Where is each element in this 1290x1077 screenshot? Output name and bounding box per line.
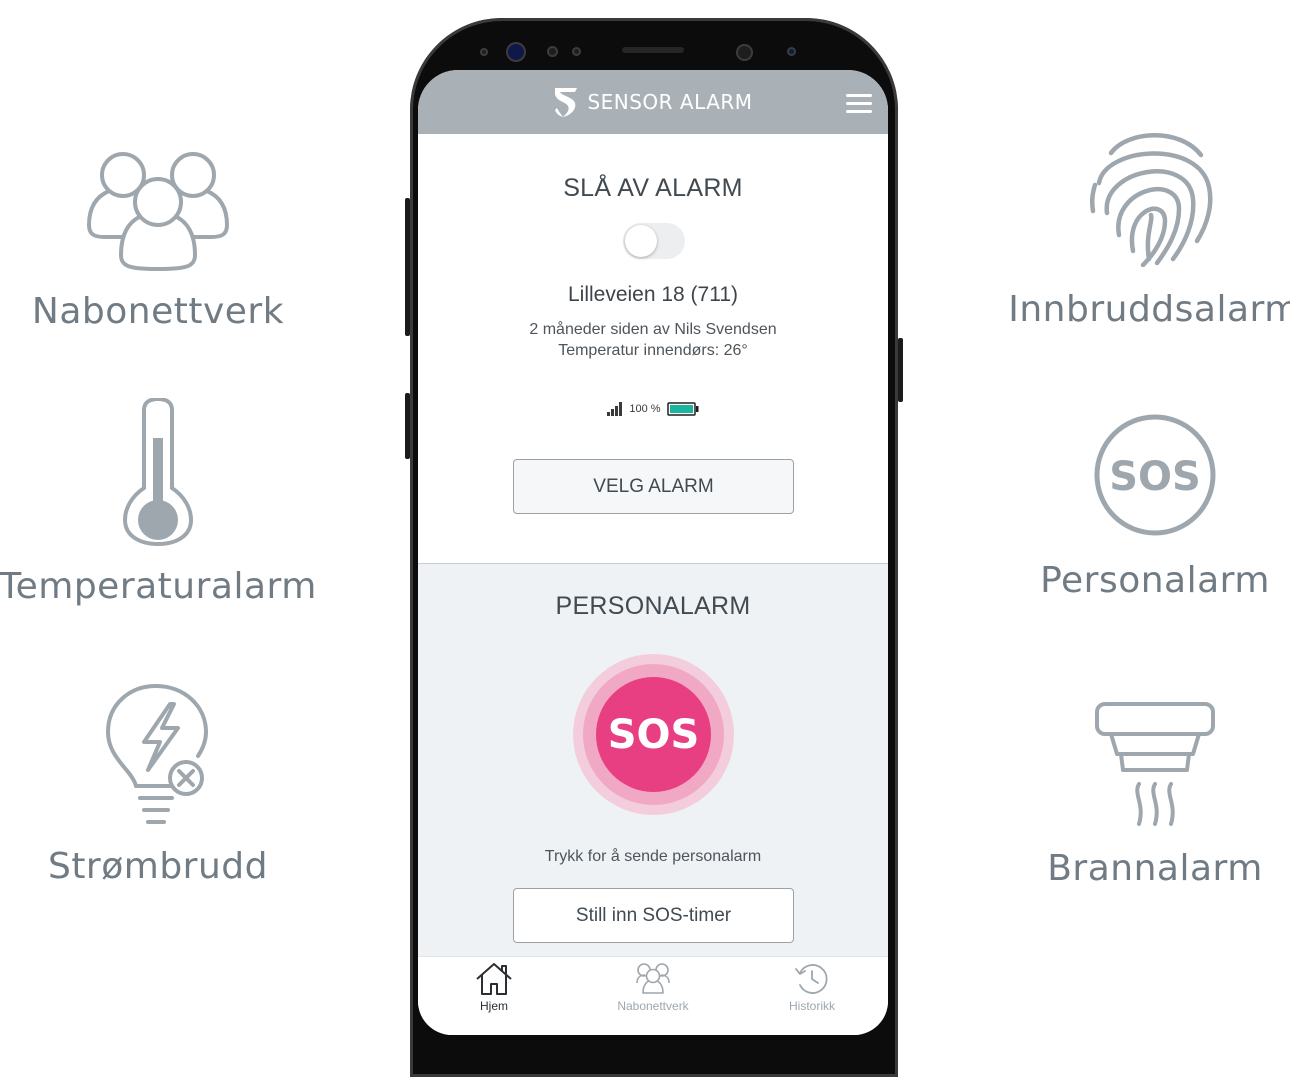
feature-brannalarm: Brannalarm <box>1030 700 1280 889</box>
phone-sensor <box>572 47 581 56</box>
power-outage-bulb-icon <box>106 684 208 824</box>
history-icon <box>795 964 828 994</box>
alarm-toggle[interactable] <box>623 223 685 259</box>
tab-historikk[interactable]: Historikk <box>752 961 872 1013</box>
tab-hjem[interactable]: Hjem <box>434 961 554 1013</box>
brand-name: SENSOR ALARM <box>587 90 753 114</box>
phone-power-button <box>898 338 903 402</box>
toggle-knob <box>625 225 657 257</box>
feature-nabonettverk: Nabonettverk <box>18 145 298 332</box>
feature-label: Innbruddsalarm <box>1008 289 1290 330</box>
alarm-address: Lilleveien 18 (711) <box>567 283 739 306</box>
home-icon <box>476 963 512 995</box>
personal-alarm-section: PERSONALARM SOS Trykk for å sende person… <box>418 564 888 956</box>
battery-icon <box>666 402 699 416</box>
phone-speaker <box>622 47 684 53</box>
sos-button-halo: SOS <box>573 654 734 815</box>
feature-innbruddsalarm: Innbruddsalarm <box>1008 125 1290 330</box>
thermometer-icon <box>122 398 194 546</box>
phone-sensor <box>480 48 488 56</box>
battery-level: 100 % <box>629 403 661 415</box>
feature-label: Nabonettverk <box>31 291 285 332</box>
feature-label: Personalarm <box>1040 560 1270 601</box>
select-alarm-button[interactable]: VELG ALARM <box>513 459 794 514</box>
sos-caption: Trykk for å sende personalarm <box>544 848 762 865</box>
alarm-section-title: SLÅ AV ALARM <box>563 174 743 202</box>
bottom-tab-bar: Hjem Nabonettverk Historikk <box>418 956 888 1035</box>
personal-alarm-title: PERSONALARM <box>555 592 751 620</box>
phone-sensor <box>547 46 558 57</box>
sos-button-ring: SOS <box>583 664 724 805</box>
hamburger-menu-icon[interactable] <box>846 94 872 114</box>
phone-iris-scanner <box>506 42 526 62</box>
sos-circle-icon: SOS <box>1094 414 1216 536</box>
last-change-text: 2 måneder siden av Nils Svendsen <box>529 321 777 338</box>
device-status: 100 % <box>418 402 888 416</box>
sos-badge-text: SOS <box>1109 454 1201 500</box>
tab-label: Hjem <box>479 999 508 1013</box>
signal-strength-icon <box>607 402 623 416</box>
temperature-text: Temperatur innendørs: 26° <box>558 342 748 359</box>
feature-temperaturalarm: Temperaturalarm <box>0 398 316 607</box>
feature-label: Temperaturalarm <box>0 566 317 607</box>
brand-logo: SENSOR ALARM <box>553 86 752 118</box>
feature-label: Strømbrudd <box>47 846 269 887</box>
shield-logo-icon <box>555 88 578 117</box>
tab-label: Nabonettverk <box>617 999 689 1013</box>
fingerprint-icon <box>1089 133 1213 267</box>
feature-personalarm: SOS Personalarm <box>1020 412 1290 601</box>
group-people-icon <box>87 152 229 271</box>
sos-button[interactable]: SOS <box>596 677 711 792</box>
tab-nabonettverk[interactable]: Nabonettverk <box>593 961 713 1013</box>
alarm-section: SLÅ AV ALARM Lilleveien 18 (711) 2 måned… <box>418 134 888 564</box>
sos-timer-button[interactable]: Still inn SOS-timer <box>513 888 794 943</box>
users-icon <box>636 963 670 994</box>
phone-sensor <box>787 47 796 56</box>
tab-label: Historikk <box>788 999 835 1013</box>
feature-label: Brannalarm <box>1047 848 1263 889</box>
feature-strombrudd: Strømbrudd <box>28 682 288 887</box>
phone-front-camera <box>736 44 753 61</box>
app-screen: SENSOR ALARM SLÅ AV ALARM Lilleveien 18 … <box>418 70 888 1035</box>
app-header: SENSOR ALARM <box>418 70 888 134</box>
smoke-detector-icon <box>1095 702 1215 826</box>
